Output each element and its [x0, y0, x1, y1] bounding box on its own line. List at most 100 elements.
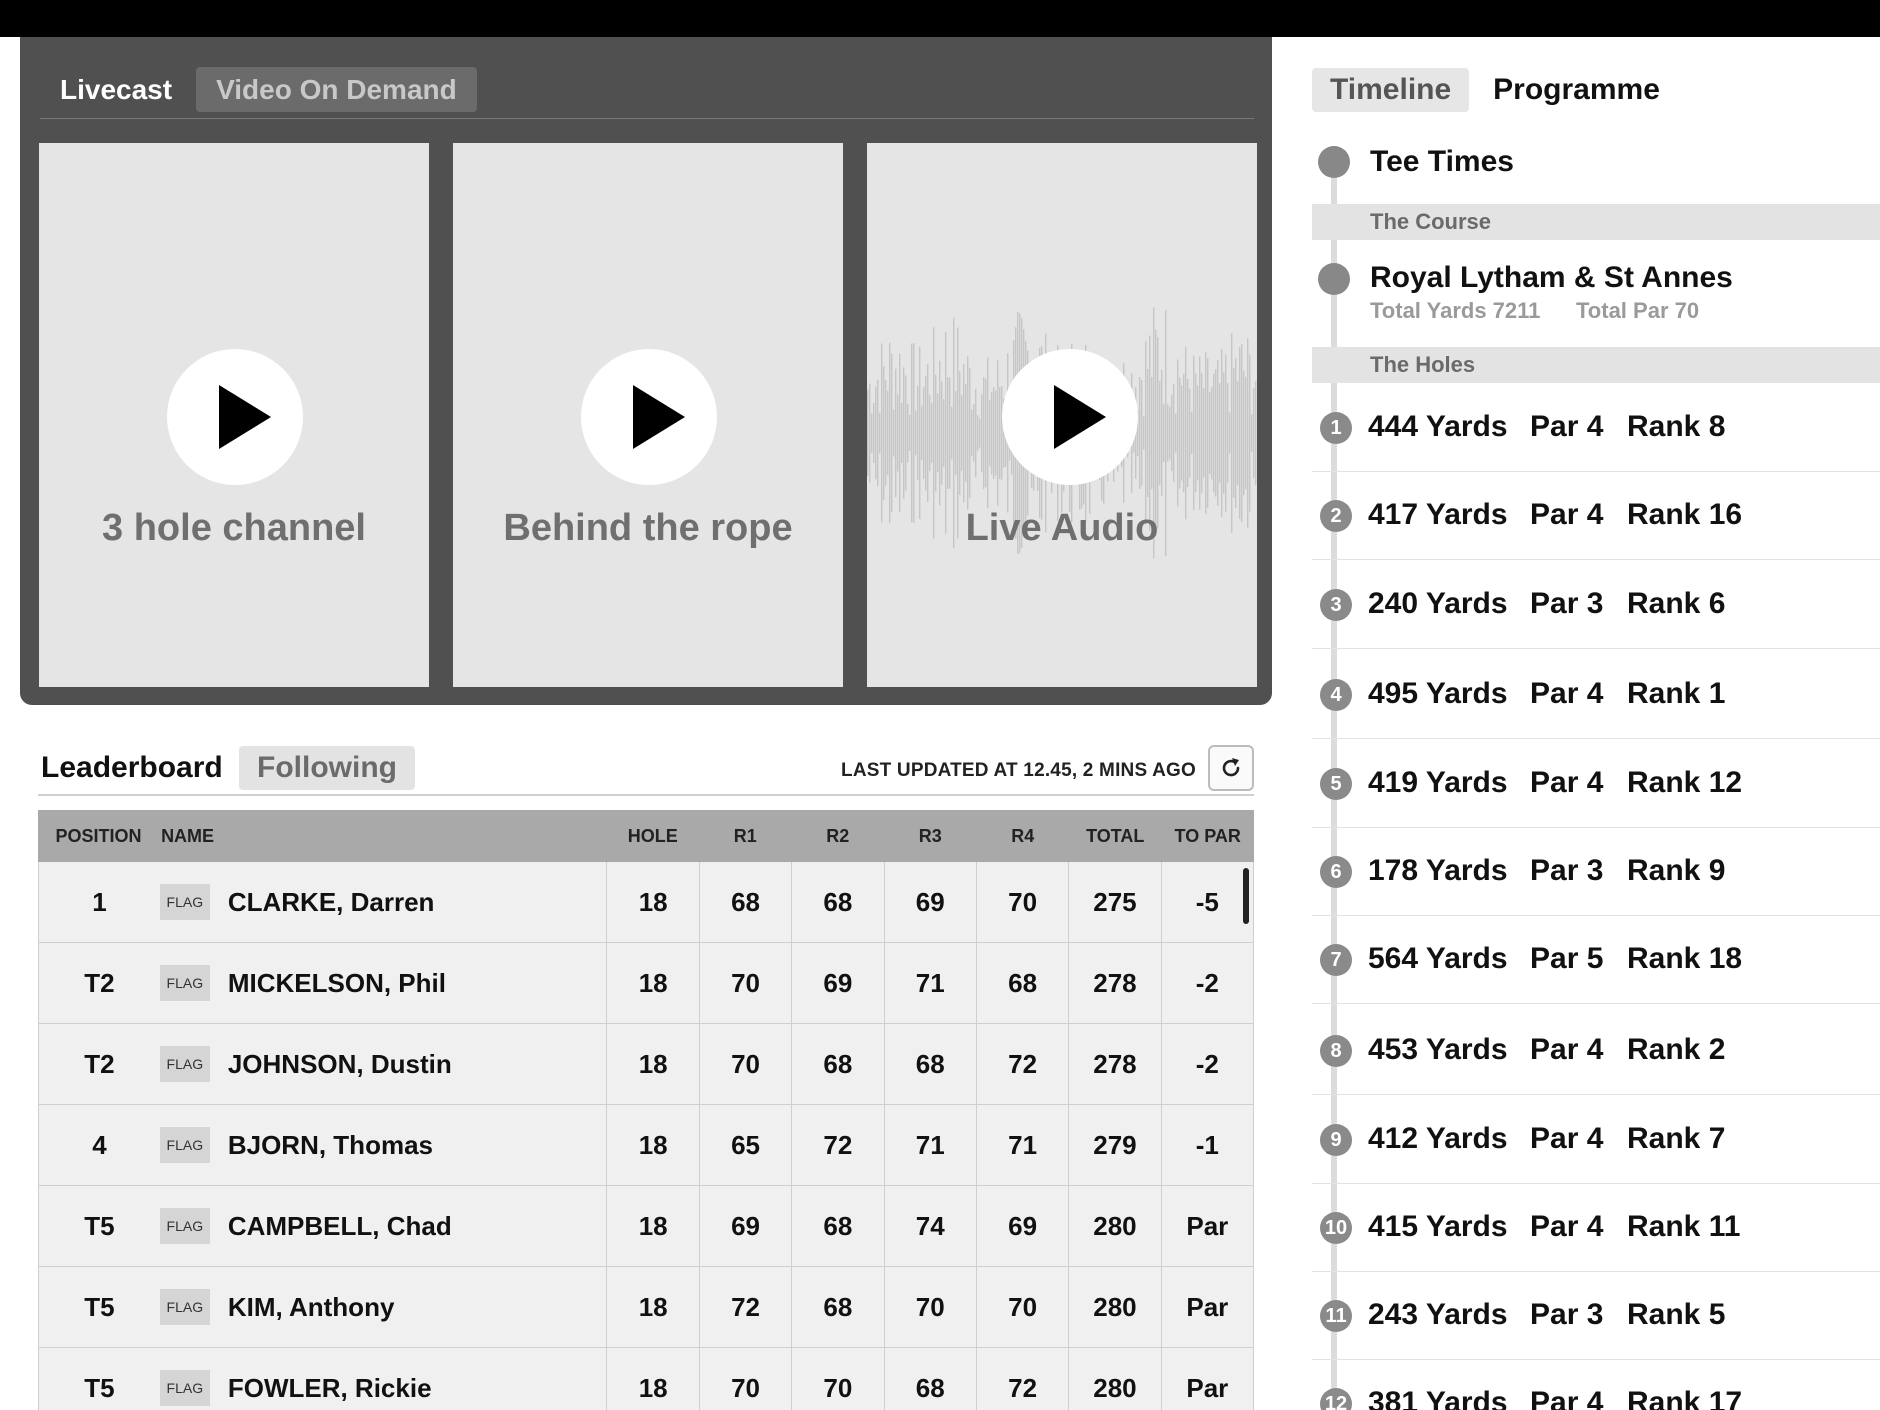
hole-number-badge: 12: [1320, 1388, 1352, 1410]
refresh-button[interactable]: [1208, 745, 1254, 791]
player-name[interactable]: MICKELSON, Phil: [228, 968, 446, 999]
name-cell: FLAG BJORN, Thomas: [159, 1127, 607, 1163]
table-row[interactable]: T2 FLAG MICKELSON, Phil 18 70 69 71 68 278 -2: [38, 943, 1254, 1024]
r2-cell: 68: [791, 1267, 883, 1347]
hole-row[interactable]: 8 453 Yards Par 4 Rank 2: [1312, 1007, 1880, 1095]
hole-rank: Rank 9: [1627, 854, 1726, 887]
name-cell: FLAG JOHNSON, Dustin: [159, 1046, 607, 1082]
flag-icon: FLAG: [159, 1289, 210, 1325]
tab-livecast[interactable]: Livecast: [40, 67, 192, 112]
play-button[interactable]: [167, 349, 303, 485]
player-name[interactable]: KIM, Anthony: [228, 1292, 395, 1323]
hole-rank: Rank 18: [1627, 942, 1743, 975]
hole-yards: 412 Yards: [1368, 1122, 1508, 1155]
hole-par: Par 3: [1530, 1298, 1604, 1331]
play-button[interactable]: [1002, 349, 1138, 485]
r4-cell: 68: [975, 943, 1068, 1023]
hole-row[interactable]: 1 444 Yards Par 4 Rank 8: [1312, 384, 1880, 472]
hole-number-badge: 9: [1320, 1124, 1352, 1156]
player-name[interactable]: CAMPBELL, Chad: [228, 1211, 452, 1242]
media-card-behind-the-rope[interactable]: Behind the rope: [453, 143, 843, 687]
column-header-hole[interactable]: HOLE: [607, 810, 699, 862]
media-card-3-hole-channel[interactable]: 3 hole channel: [39, 143, 429, 687]
topar-cell: -2: [1160, 943, 1253, 1023]
hole-row[interactable]: 4 495 Yards Par 4 Rank 1: [1312, 651, 1880, 739]
play-icon: [219, 385, 271, 449]
course-name[interactable]: Royal Lytham & St Annes: [1370, 261, 1733, 295]
name-cell: FLAG CAMPBELL, Chad: [159, 1208, 607, 1244]
hole-number-badge: 11: [1320, 1300, 1352, 1332]
column-header-name[interactable]: NAME: [159, 826, 607, 847]
hole-info: 417 Yards Par 4 Rank 16: [1368, 498, 1742, 532]
hole-row[interactable]: 2 417 Yards Par 4 Rank 16: [1312, 472, 1880, 560]
column-header-r3[interactable]: R3: [884, 810, 976, 862]
hole-cell: 18: [606, 943, 698, 1023]
hole-yards: 178 Yards: [1368, 854, 1508, 887]
hole-number-badge: 6: [1320, 856, 1352, 888]
hole-rank: Rank 7: [1627, 1122, 1726, 1155]
table-row[interactable]: T2 FLAG JOHNSON, Dustin 18 70 68 68 72 278 -2: [38, 1024, 1254, 1105]
hole-info: 412 Yards Par 4 Rank 7: [1368, 1122, 1725, 1156]
total-par: Total Par 70: [1576, 298, 1700, 323]
last-updated-text: LAST UPDATED AT 12.45, 2 MINS AGO: [841, 760, 1196, 781]
total-yards: Total Yards 7211: [1370, 298, 1541, 323]
name-cell: FLAG KIM, Anthony: [159, 1289, 607, 1325]
play-icon: [1054, 385, 1106, 449]
position-cell: T5: [84, 1210, 115, 1241]
hole-info: 178 Yards Par 3 Rank 9: [1368, 854, 1725, 888]
hole-rank: Rank 11: [1627, 1210, 1741, 1243]
timeline-dot: [1318, 263, 1350, 295]
hole-row[interactable]: 6 178 Yards Par 3 Rank 9: [1312, 828, 1880, 916]
hole-row[interactable]: 10 415 Yards Par 4 Rank 11: [1312, 1184, 1880, 1272]
play-button[interactable]: [581, 349, 717, 485]
hole-cell: 18: [606, 862, 698, 942]
tab-timeline[interactable]: Timeline: [1312, 68, 1470, 112]
scrollbar-thumb[interactable]: [1243, 868, 1249, 924]
hole-par: Par 4: [1530, 1386, 1604, 1410]
hole-info: 240 Yards Par 3 Rank 6: [1368, 587, 1725, 621]
column-header-r1[interactable]: R1: [699, 810, 791, 862]
player-name[interactable]: JOHNSON, Dustin: [228, 1049, 452, 1080]
hole-row[interactable]: 7 564 Yards Par 5 Rank 18: [1312, 916, 1880, 1004]
column-header-total[interactable]: TOTAL: [1069, 810, 1161, 862]
tee-times-link[interactable]: Tee Times: [1370, 145, 1514, 179]
hole-number-badge: 4: [1320, 679, 1352, 711]
r2-cell: 68: [791, 1186, 883, 1266]
table-row[interactable]: 4 FLAG BJORN, Thomas 18 65 72 71 71 279 -1: [38, 1105, 1254, 1186]
hole-row[interactable]: 12 381 Yards Par 4 Rank 17: [1312, 1360, 1880, 1410]
hole-number-badge: 8: [1320, 1035, 1352, 1067]
column-header-to-par[interactable]: TO PAR: [1161, 810, 1253, 862]
table-row[interactable]: T5 FLAG CAMPBELL, Chad 18 69 68 74 69 280 Par: [38, 1186, 1254, 1267]
column-header-r2[interactable]: R2: [792, 810, 884, 862]
hole-row[interactable]: 5 419 Yards Par 4 Rank 12: [1312, 740, 1880, 828]
media-card-live-audio[interactable]: Live Audio: [867, 143, 1257, 687]
hole-yards: 419 Yards: [1368, 766, 1508, 799]
hole-number-badge: 2: [1320, 500, 1352, 532]
flag-icon: FLAG: [159, 1127, 210, 1163]
topar-cell: -1: [1160, 1105, 1253, 1185]
player-name[interactable]: BJORN, Thomas: [228, 1130, 433, 1161]
hole-row[interactable]: 11 243 Yards Par 3 Rank 5: [1312, 1272, 1880, 1360]
tab-following[interactable]: Following: [239, 746, 415, 790]
hole-row[interactable]: 9 412 Yards Par 4 Rank 7: [1312, 1096, 1880, 1184]
hole-row[interactable]: 3 240 Yards Par 3 Rank 6: [1312, 561, 1880, 649]
r2-cell: 72: [791, 1105, 883, 1185]
hole-rank: Rank 2: [1627, 1033, 1726, 1066]
column-header-position[interactable]: POSITION: [38, 826, 159, 847]
tab-programme[interactable]: Programme: [1475, 68, 1678, 112]
flag-icon: FLAG: [159, 884, 210, 920]
table-row[interactable]: T5 FLAG FOWLER, Rickie 18 70 70 68 72 280 Par: [38, 1348, 1254, 1410]
player-name[interactable]: CLARKE, Darren: [228, 887, 435, 918]
r4-cell: 70: [975, 1267, 1068, 1347]
tab-leaderboard[interactable]: Leaderboard: [38, 746, 241, 790]
player-name[interactable]: FOWLER, Rickie: [228, 1373, 432, 1404]
table-row[interactable]: T5 FLAG KIM, Anthony 18 72 68 70 70 280 Par: [38, 1267, 1254, 1348]
hole-par: Par 4: [1530, 1210, 1604, 1243]
hole-rank: Rank 16: [1627, 498, 1743, 531]
hole-rank: Rank 6: [1627, 587, 1726, 620]
hole-cell: 18: [606, 1348, 698, 1410]
column-header-r4[interactable]: R4: [977, 810, 1069, 862]
r1-cell: 65: [698, 1105, 791, 1185]
table-row[interactable]: 1 FLAG CLARKE, Darren 18 68 68 69 70 275 -5: [38, 862, 1254, 943]
tab-video-on-demand[interactable]: Video On Demand: [196, 67, 477, 112]
